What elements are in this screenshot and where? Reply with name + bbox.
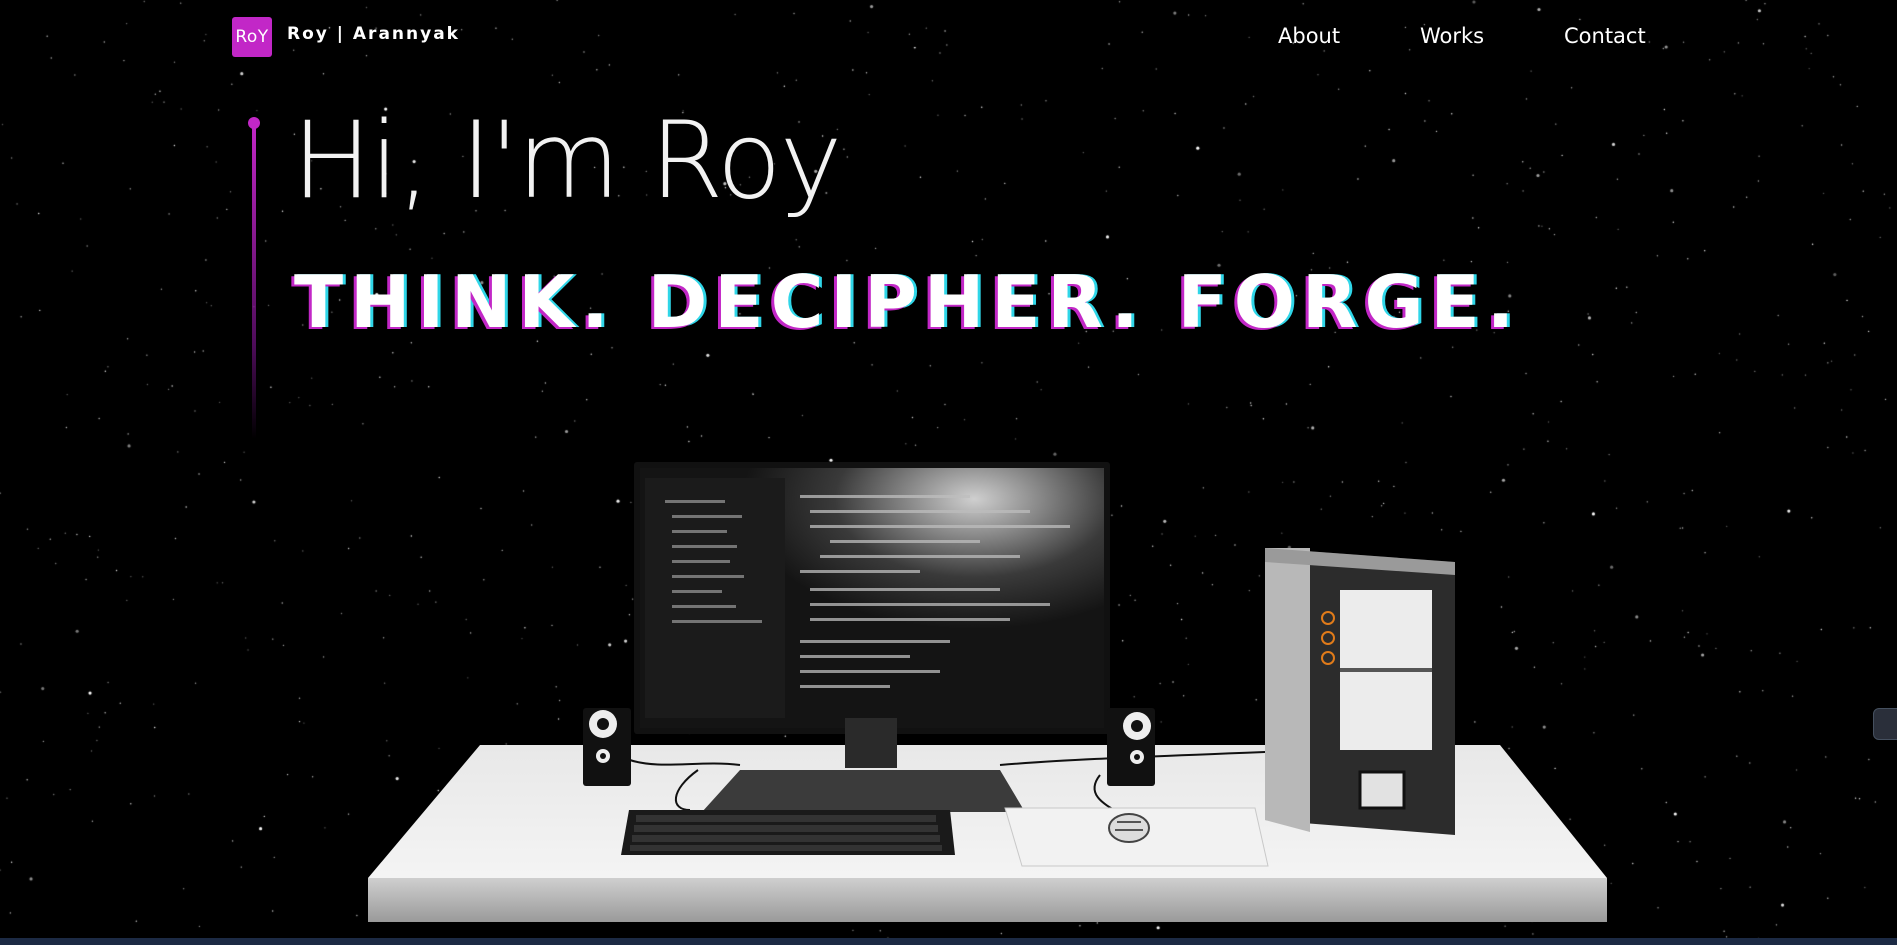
pc-case[interactable] [1265,548,1455,835]
left-speaker [583,708,631,786]
portfolio-page: RoY Roy | Arannyak About Works Contact H… [0,0,1897,945]
bottom-bar [0,938,1897,945]
desk-setup-scene [368,462,1607,922]
keyboard[interactable] [621,810,955,855]
right-speaker [1107,708,1155,786]
mouse[interactable] [1108,813,1150,843]
side-panel-toggle[interactable] [1873,708,1897,740]
